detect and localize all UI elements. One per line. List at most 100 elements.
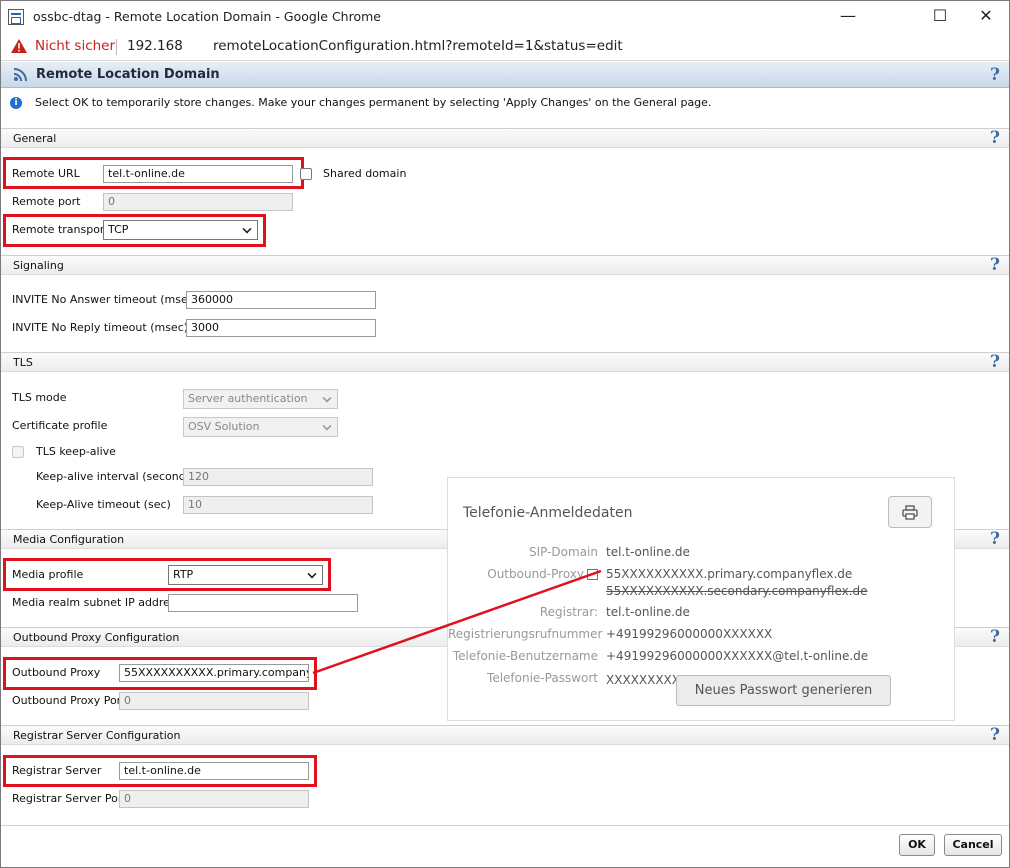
outbound-proxy-input[interactable]: 55XXXXXXXXXX.primary.companyflex. [119,664,309,682]
remote-transport-value: TCP [108,223,129,236]
warning-icon [11,39,27,53]
help-icon[interactable]: ? [987,130,1003,147]
help-icon[interactable]: ? [987,257,1003,274]
keepalive-interval-input[interactable]: 120 [183,468,373,486]
certificate-profile-value: OSV Solution [188,420,260,433]
section-general: General ? [1,128,1009,148]
telephony-user-value: +49199296000000XXXXXX@tel.t-online.de [606,649,869,663]
shared-domain-label: Shared domain [323,167,407,180]
section-tls: TLS ? [1,352,1009,372]
tls-mode-select[interactable]: Server authentication [183,389,338,409]
media-profile-label: Media profile [12,568,84,581]
registrar-server-input[interactable]: tel.t-online.de [119,762,309,780]
tls-mode-label: TLS mode [12,391,67,404]
shared-domain-checkbox[interactable] [300,168,312,180]
telephony-password-value: XXXXXXXXX [606,673,680,687]
registrar-server-port-input[interactable]: 0 [119,790,309,808]
help-icon[interactable]: ? [987,354,1003,371]
section-title: Signaling [13,259,64,272]
registration-number-key: Registrierungsrufnummer [448,627,603,641]
section-title: Registrar Server Configuration [13,729,181,742]
info-text: Select OK to temporarily store changes. … [35,96,712,109]
browser-window: ossbc-dtag - Remote Location Domain - Go… [0,0,1010,868]
print-button[interactable] [888,496,932,528]
outbound-proxy-secondary: 55XXXXXXXXXX.secondary.companyflex.de [606,584,868,598]
keepalive-interval-label: Keep-alive interval (seconds) [36,470,196,483]
remote-url-input[interactable]: tel.t-online.de [103,165,293,183]
registration-number-value: +49199296000000XXXXXX [606,627,773,641]
remote-port-input[interactable]: 0 [103,193,293,211]
title-bar: ossbc-dtag - Remote Location Domain - Go… [1,1,1009,33]
section-registrar: Registrar Server Configuration ? [1,725,1009,745]
no-reply-input[interactable]: 3000 [186,319,376,337]
sip-domain-value: tel.t-online.de [606,545,690,559]
tls-mode-value: Server authentication [188,392,308,405]
chevron-down-icon [307,569,317,579]
credentials-panel: Telefonie-Anmeldedaten SIP-Domain tel.t-… [447,477,955,721]
tls-keepalive-checkbox[interactable] [12,446,24,458]
help-icon[interactable]: ? [987,727,1003,744]
chevron-down-icon [322,393,332,403]
remote-port-label: Remote port [12,195,81,208]
help-icon[interactable]: ? [987,531,1003,548]
window-title: ossbc-dtag - Remote Location Domain - Go… [33,9,381,24]
feed-icon [13,68,27,82]
remote-transport-label: Remote transport [12,223,109,236]
chevron-down-icon [242,224,252,234]
security-status[interactable]: Nicht sicher [35,38,115,54]
no-reply-label: INVITE No Reply timeout (msec) [12,321,189,334]
remote-url-label: Remote URL [12,167,80,180]
cancel-button[interactable]: Cancel [944,834,1002,856]
section-title: Media Configuration [13,533,125,546]
page-title: Remote Location Domain [36,67,220,82]
remote-transport-select[interactable]: TCP [103,220,258,240]
page-header: Remote Location Domain ? [1,62,1009,88]
help-icon[interactable]: ? [987,629,1003,646]
outbound-proxy-key: Outbound-Proxy [487,567,584,581]
info-icon: i [10,97,22,109]
no-answer-input[interactable]: 360000 [186,291,376,309]
help-icon[interactable]: ? [987,67,1003,84]
chevron-down-icon [322,421,332,431]
tls-keepalive-label: TLS keep-alive [36,445,116,458]
telephony-user-key: Telefonie-Benutzername [452,649,598,663]
media-profile-value: RTP [173,568,194,581]
section-signaling: Signaling ? [1,255,1009,275]
button-bar [1,825,1009,867]
registrar-key: Registrar: [539,605,598,619]
section-title: Outbound Proxy Configuration [13,631,180,644]
app-icon [8,9,24,25]
credentials-title: Telefonie-Anmeldedaten [463,505,633,521]
generate-password-button[interactable]: Neues Passwort generieren [676,675,891,706]
media-realm-label: Media realm subnet IP address [12,596,182,609]
minimize-button[interactable]: — [825,1,871,33]
keepalive-timeout-input[interactable]: 10 [183,496,373,514]
address-divider [116,39,117,55]
certificate-profile-select[interactable]: OSV Solution [183,417,338,437]
url-path[interactable]: remoteLocationConfiguration.html?remoteI… [213,38,623,54]
printer-icon [902,505,918,520]
url-host[interactable]: 192.168 [127,38,183,54]
info-icon[interactable] [587,569,598,580]
section-title: General [13,132,57,145]
keepalive-timeout-label: Keep-Alive timeout (sec) [36,498,171,511]
section-title: TLS [13,356,33,369]
registrar-server-label: Registrar Server [12,764,102,777]
media-profile-select[interactable]: RTP [168,565,323,585]
telephony-password-key: Telefonie-Passwort [487,671,598,685]
no-answer-label: INVITE No Answer timeout (msec) [12,293,199,306]
info-bar: i Select OK to temporarily store changes… [1,89,1009,117]
outbound-proxy-primary: 55XXXXXXXXXX.primary.companyflex.de [606,567,853,581]
registrar-value: tel.t-online.de [606,605,690,619]
outbound-proxy-port-label: Outbound Proxy Port [12,694,126,707]
registrar-server-port-label: Registrar Server Port [12,792,127,805]
maximize-button[interactable]: ☐ [917,1,963,33]
outbound-proxy-port-input[interactable]: 0 [119,692,309,710]
sip-domain-label: SIP-Domain [528,545,598,559]
media-realm-input[interactable] [168,594,358,612]
ok-button[interactable]: OK [899,834,935,856]
close-button[interactable]: ✕ [963,1,1009,33]
address-bar[interactable]: Nicht sicher 192.168 remoteLocationConfi… [1,33,1009,61]
outbound-proxy-label: Outbound Proxy [12,666,101,679]
certificate-profile-label: Certificate profile [12,419,108,432]
